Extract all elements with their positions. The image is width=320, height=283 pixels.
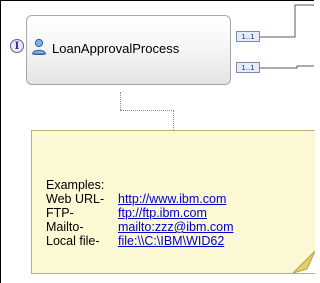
note-fold-corner-icon xyxy=(293,251,315,273)
reference-terminal[interactable]: 1..1 xyxy=(236,62,260,73)
interface-icon[interactable]: I xyxy=(10,39,24,53)
note-row-label: Mailto- xyxy=(46,220,84,234)
note-row: Local file- file:\\C:\IBM\WID62 xyxy=(46,234,234,248)
note-row: FTP- ftp://ftp.ibm.com xyxy=(46,206,234,220)
note-link[interactable]: ftp://ftp.ibm.com xyxy=(118,206,207,220)
note-row-label: Web URL- xyxy=(46,192,105,206)
note-row: Mailto- mailto:zzz@ibm.com xyxy=(46,220,234,234)
note-link[interactable]: http://www.ibm.com xyxy=(118,192,226,206)
process-person-icon xyxy=(31,38,47,55)
note-connector-vertical xyxy=(120,92,121,110)
component-title: LoanApprovalProcess xyxy=(52,41,180,56)
note-connector-drop xyxy=(173,110,174,132)
note-row-label: Local file- xyxy=(46,234,100,248)
note-row-label: FTP- xyxy=(46,206,74,220)
note-link[interactable]: mailto:zzz@ibm.com xyxy=(118,220,234,234)
reference-terminal[interactable]: 1..1 xyxy=(236,31,260,42)
note-row: Web URL- http://www.ibm.com xyxy=(46,192,234,206)
note-content: Examples: Web URL- http://www.ibm.com FT… xyxy=(46,178,234,248)
note-heading: Examples: xyxy=(46,178,105,192)
note-connector-horizontal xyxy=(120,110,174,111)
note-link[interactable]: file:\\C:\IBM\WID62 xyxy=(118,234,224,248)
sticky-note[interactable]: Examples: Web URL- http://www.ibm.com FT… xyxy=(31,130,315,274)
